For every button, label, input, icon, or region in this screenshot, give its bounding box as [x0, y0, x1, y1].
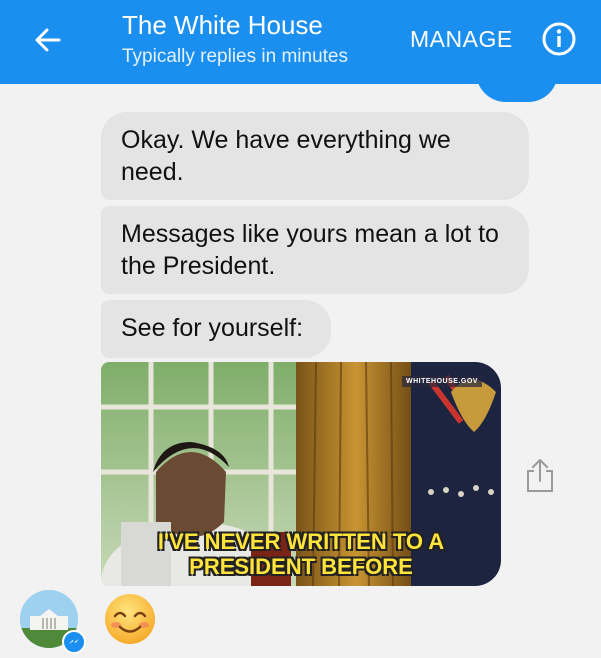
smiling-face-emoji-icon: [105, 594, 155, 644]
gif-watermark: WHITEHOUSE.GOV: [402, 376, 482, 387]
messenger-icon: [69, 639, 79, 644]
message-bubble[interactable]: See for yourself:: [101, 300, 331, 358]
back-button[interactable]: [28, 20, 68, 60]
message-bubble[interactable]: Messages like yours mean a lot to the Pr…: [101, 206, 529, 294]
outgoing-message-bubble[interactable]: [476, 70, 558, 102]
gif-caption-line-1: I'VE NEVER WRITTEN TO A: [157, 529, 445, 554]
chat-title: The White House: [122, 10, 323, 40]
manage-button[interactable]: MANAGE: [410, 26, 513, 53]
info-icon: [542, 22, 576, 56]
messenger-badge: [62, 630, 86, 654]
emoji-message[interactable]: [103, 592, 157, 646]
share-button[interactable]: [522, 455, 558, 495]
chat-subtitle: Typically replies in minutes: [122, 46, 348, 67]
arrow-left-icon: [35, 28, 61, 52]
info-button[interactable]: [540, 20, 578, 58]
gif-caption-line-2: PRESIDENT BEFORE: [189, 554, 413, 579]
message-bubble[interactable]: Okay. We have everything we need.: [101, 112, 529, 200]
share-icon: [527, 459, 553, 492]
